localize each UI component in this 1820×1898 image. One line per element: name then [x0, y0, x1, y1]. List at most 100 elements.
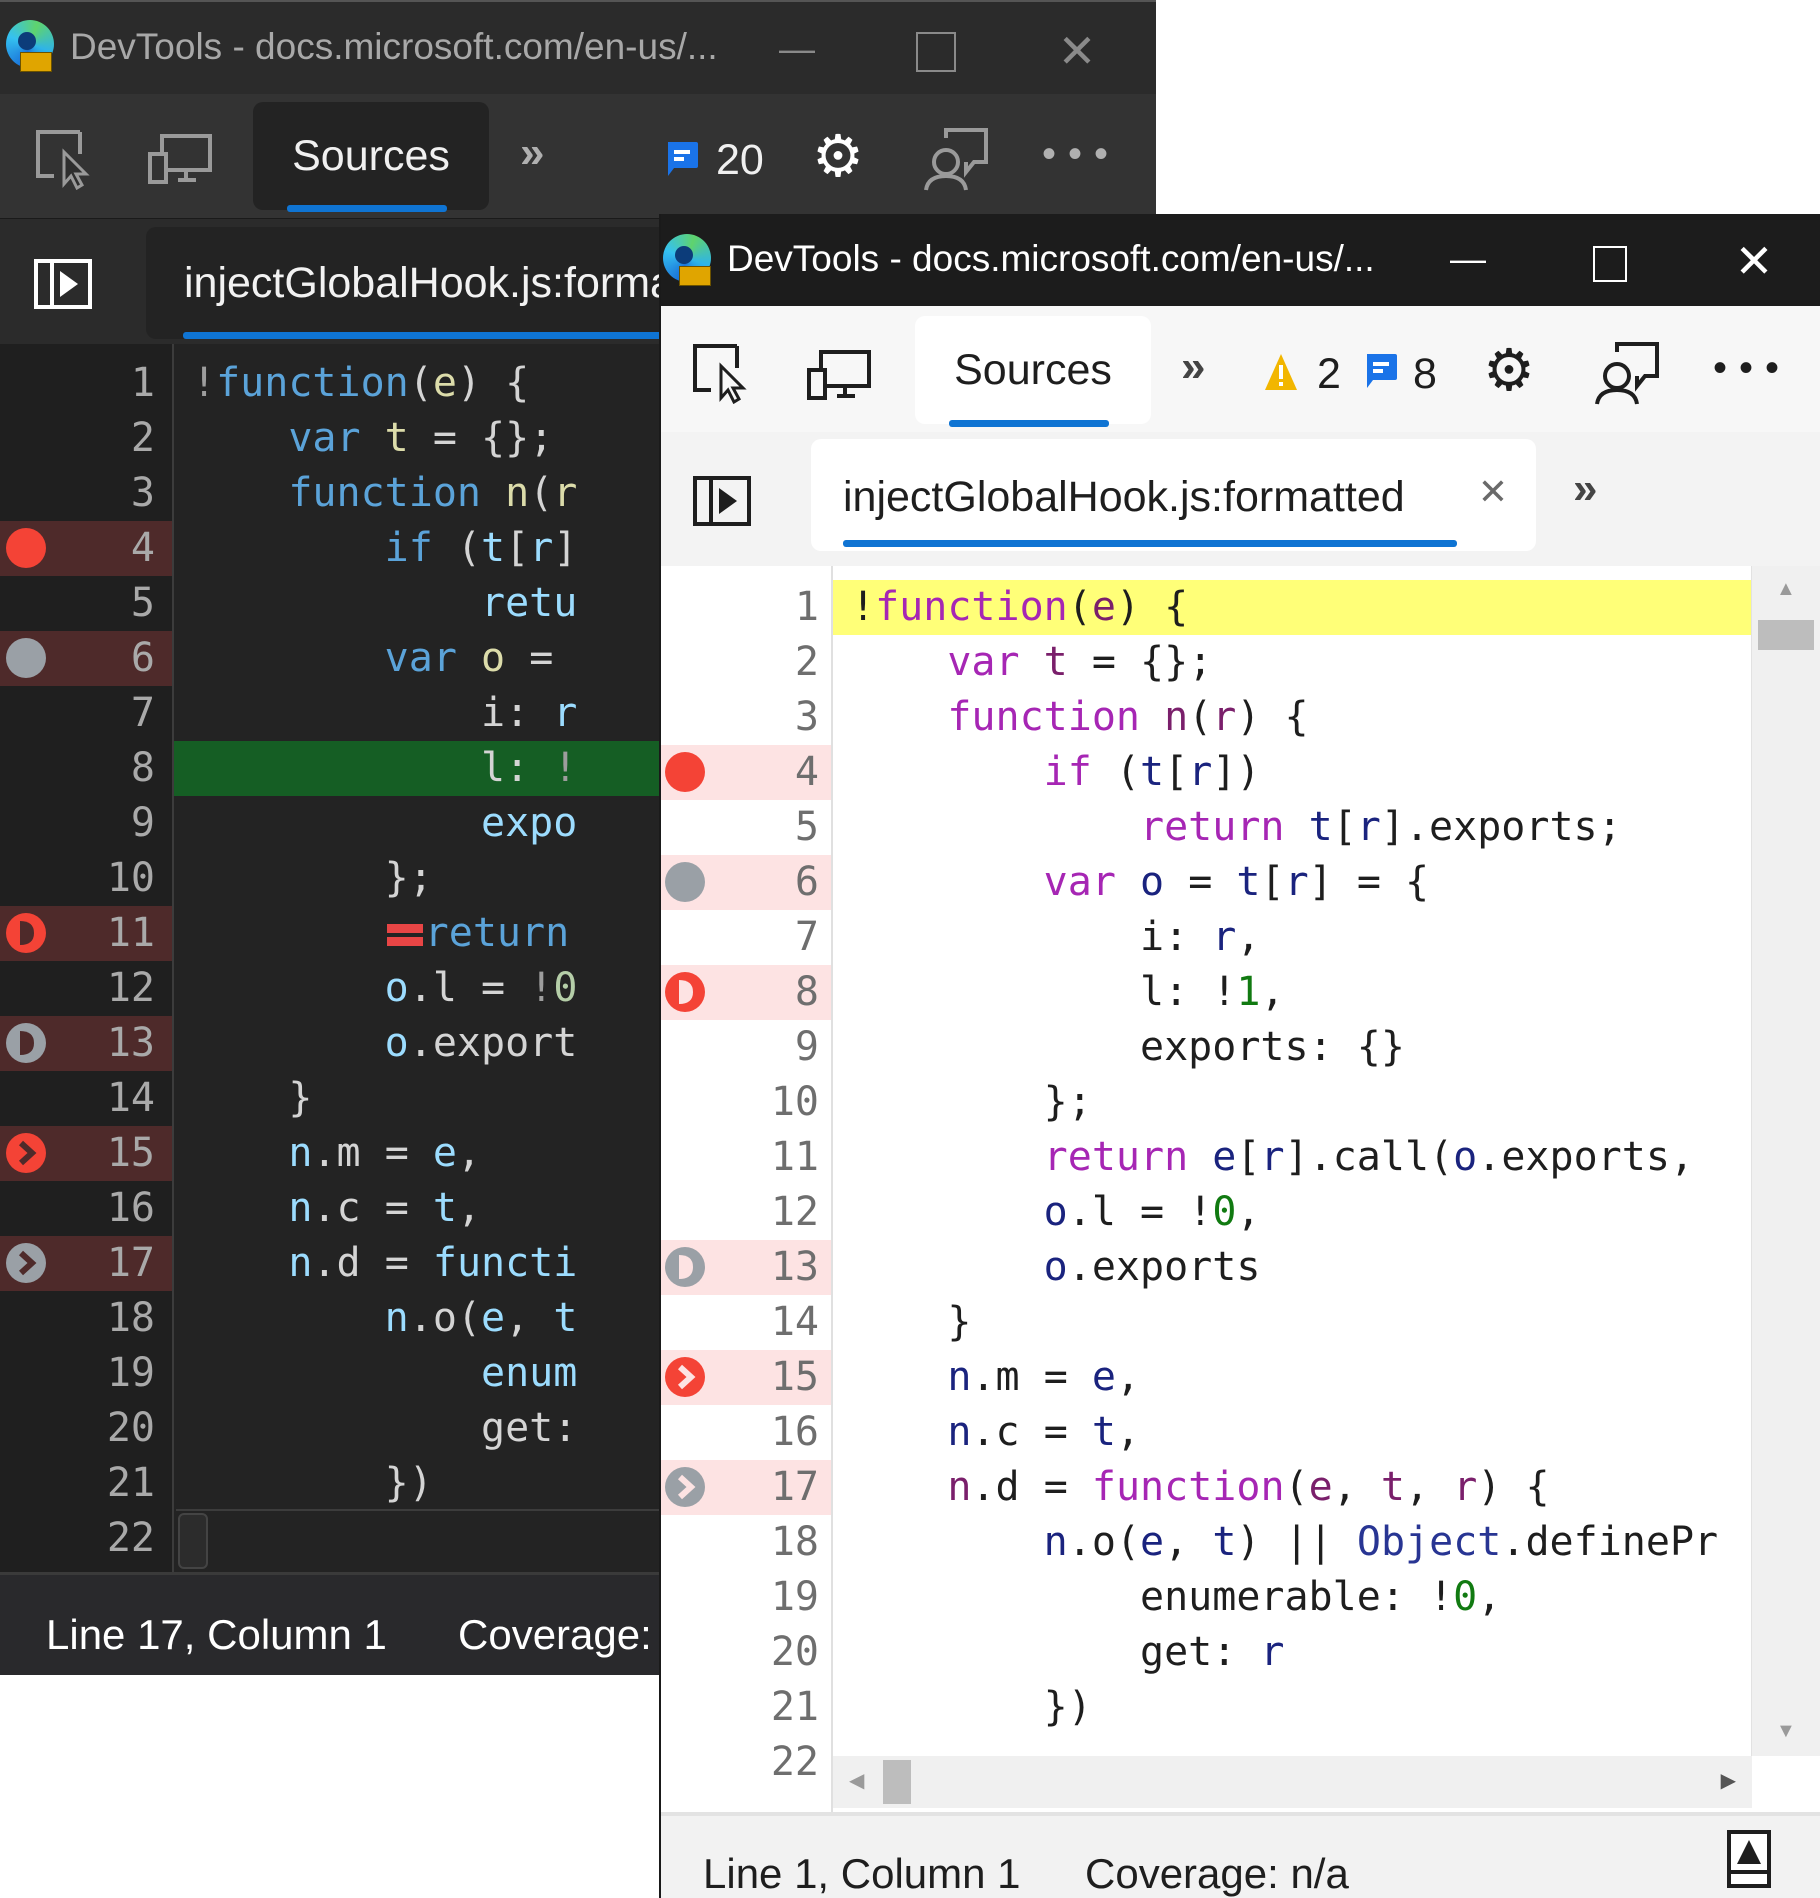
minimize-button[interactable]: —	[772, 26, 822, 72]
toggle-navigator-button[interactable]	[34, 259, 92, 314]
settings-button[interactable]: ⚙	[812, 128, 864, 186]
code-line[interactable]: 6 var o = t[r] = {	[661, 855, 1820, 910]
code-line[interactable]: 20 get: r	[661, 1625, 1820, 1680]
code-line[interactable]: 1 !function(e) {	[661, 580, 1820, 635]
logpoint-icon[interactable]	[665, 1357, 705, 1397]
code-line[interactable]: 4 if (t[r])	[661, 745, 1820, 800]
scroll-right-icon[interactable]: ▶	[1721, 1768, 1736, 1793]
line-number[interactable]: 19	[661, 1570, 819, 1625]
line-number[interactable]: 22	[0, 1511, 155, 1566]
line-number[interactable]: 1	[661, 580, 819, 635]
line-number[interactable]: 16	[0, 1181, 155, 1236]
disabled-logpoint-icon[interactable]	[6, 1243, 46, 1283]
scrollbar-thumb[interactable]	[1758, 620, 1814, 650]
close-button[interactable]: ✕	[1729, 235, 1779, 287]
messages-button[interactable]	[664, 140, 700, 185]
breakpoint-icon[interactable]	[6, 528, 46, 568]
close-button[interactable]: ✕	[1052, 25, 1102, 77]
line-number[interactable]: 8	[0, 741, 155, 796]
code-line[interactable]: 21 })	[661, 1680, 1820, 1735]
file-tab-injectglobalhook[interactable]: injectGlobalHook.js:formatted	[811, 439, 1536, 551]
line-number[interactable]: 2	[0, 411, 155, 466]
maximize-button[interactable]	[1593, 246, 1627, 282]
inspect-element-button[interactable]	[34, 128, 96, 195]
code-line[interactable]: 11 return e[r].call(o.exports,	[661, 1130, 1820, 1185]
more-file-tabs-button[interactable]: »	[1573, 464, 1597, 514]
code-line[interactable]: 15 n.m = e,	[661, 1350, 1820, 1405]
more-tabs-button[interactable]: »	[520, 128, 544, 178]
line-number[interactable]: 12	[661, 1185, 819, 1240]
line-number[interactable]: 7	[0, 686, 155, 741]
line-number[interactable]: 1	[0, 356, 155, 411]
more-options-button[interactable]: •••	[1042, 132, 1120, 177]
code-line[interactable]: 16 n.c = t,	[661, 1405, 1820, 1460]
scroll-left-icon[interactable]: ◀	[849, 1768, 864, 1793]
horizontal-scrollbar[interactable]: ◀ ▶	[833, 1756, 1752, 1808]
scroll-up-icon[interactable]: ▲	[1776, 578, 1796, 601]
code-line[interactable]: 3 function n(r) {	[661, 690, 1820, 745]
warnings-button[interactable]	[1263, 352, 1299, 397]
line-number[interactable]: 16	[661, 1405, 819, 1460]
feedback-button[interactable]	[924, 126, 992, 197]
line-number[interactable]: 10	[0, 851, 155, 906]
line-number[interactable]: 19	[0, 1346, 155, 1401]
feedback-button[interactable]	[1595, 340, 1663, 411]
line-number[interactable]: 14	[0, 1071, 155, 1126]
scrollbar-thumb[interactable]	[883, 1760, 911, 1804]
close-file-tab-button[interactable]: ✕	[1473, 471, 1513, 512]
tab-sources[interactable]: Sources	[253, 102, 489, 210]
line-number[interactable]: 20	[0, 1401, 155, 1456]
code-line[interactable]: 10 };	[661, 1075, 1820, 1130]
line-number[interactable]: 20	[661, 1625, 819, 1680]
code-line[interactable]: 12 o.l = !0,	[661, 1185, 1820, 1240]
disabled-conditional-breakpoint-icon[interactable]	[6, 1023, 46, 1063]
vertical-scrollbar[interactable]: ▲ ▼	[1751, 566, 1820, 1756]
line-number[interactable]: 22	[661, 1735, 819, 1790]
line-number[interactable]: 5	[0, 576, 155, 631]
code-line[interactable]: 5 return t[r].exports;	[661, 800, 1820, 855]
code-line[interactable]: 8 l: !1,	[661, 965, 1820, 1020]
inspect-element-button[interactable]	[691, 342, 753, 409]
line-number[interactable]: 3	[0, 466, 155, 521]
code-line[interactable]: 7 i: r,	[661, 910, 1820, 965]
line-number[interactable]: 9	[0, 796, 155, 851]
tab-sources[interactable]: Sources	[915, 316, 1151, 424]
line-number[interactable]: 10	[661, 1075, 819, 1130]
line-number[interactable]: 3	[661, 690, 819, 745]
line-number[interactable]: 12	[0, 961, 155, 1016]
code-editor[interactable]: 1 !function(e) {2 var t = {}; 3 function n…	[661, 566, 1820, 1812]
code-line[interactable]: 13 o.exports	[661, 1240, 1820, 1295]
disabled-breakpoint-icon[interactable]	[665, 862, 705, 902]
code-line[interactable]: 18 n.o(e, t) || Object.definePr	[661, 1515, 1820, 1570]
breakpoint-icon[interactable]	[665, 752, 705, 792]
code-line[interactable]: 19 enumerable: !0,	[661, 1570, 1820, 1625]
line-number[interactable]: 18	[0, 1291, 155, 1346]
toggle-navigator-button[interactable]	[693, 476, 751, 531]
device-emulation-button[interactable]	[148, 134, 214, 191]
disabled-logpoint-icon[interactable]	[665, 1467, 705, 1507]
toggle-drawer-button[interactable]	[1727, 1830, 1771, 1893]
inline-breakpoint-icon[interactable]	[385, 922, 425, 948]
line-number[interactable]: 5	[661, 800, 819, 855]
line-number[interactable]: 14	[661, 1295, 819, 1350]
line-number[interactable]: 7	[661, 910, 819, 965]
disabled-conditional-breakpoint-icon[interactable]	[665, 1247, 705, 1287]
line-number[interactable]: 11	[661, 1130, 819, 1185]
code-line[interactable]: 9 exports: {}	[661, 1020, 1820, 1075]
scroll-down-icon[interactable]: ▼	[1776, 1720, 1796, 1743]
more-tabs-button[interactable]: »	[1181, 342, 1205, 392]
more-options-button[interactable]: •••	[1713, 346, 1791, 391]
disabled-breakpoint-icon[interactable]	[6, 638, 46, 678]
line-number[interactable]: 21	[661, 1680, 819, 1735]
minimize-button[interactable]: —	[1443, 236, 1493, 282]
logpoint-icon[interactable]	[6, 1133, 46, 1173]
code-line[interactable]: 17 n.d = function(e, t, r) {	[661, 1460, 1820, 1515]
messages-button[interactable]	[1363, 352, 1399, 397]
settings-button[interactable]: ⚙	[1483, 342, 1535, 400]
code-line[interactable]: 2 var t = {};	[661, 635, 1820, 690]
code-line[interactable]: 14 }	[661, 1295, 1820, 1350]
maximize-button[interactable]	[916, 32, 956, 72]
device-emulation-button[interactable]	[807, 350, 873, 407]
line-number[interactable]: 18	[661, 1515, 819, 1570]
conditional-breakpoint-icon[interactable]	[6, 913, 46, 953]
